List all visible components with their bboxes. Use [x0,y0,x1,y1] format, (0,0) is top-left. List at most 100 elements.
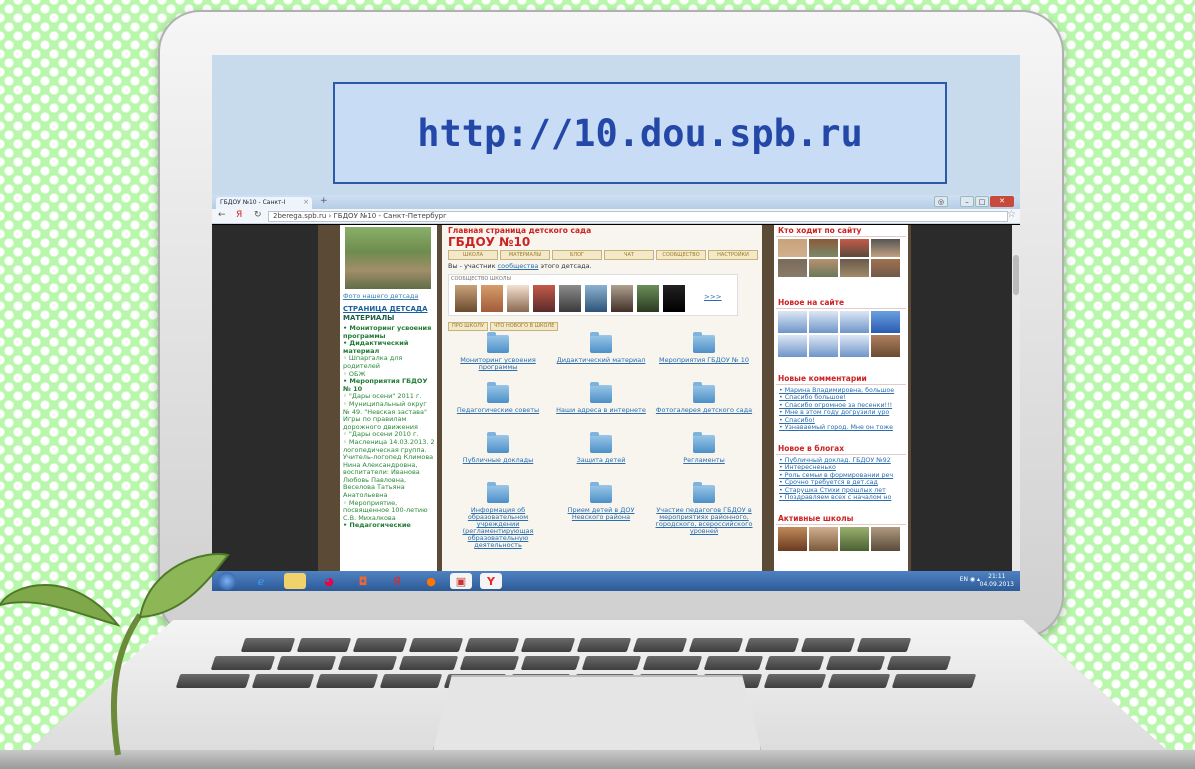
folder-item[interactable]: Наши адреса в интернете [551,382,651,414]
comment-link[interactable]: • Спасибо огромное за песенки!!! [779,402,903,409]
blog-link[interactable]: • Интересненько [779,464,903,471]
community-link[interactable]: сообщества [498,262,539,270]
settings-icon[interactable]: ◎ [934,196,948,207]
folder-item[interactable]: Мониторинг усвоения программы [448,332,548,371]
comment-link[interactable]: • Узнаваемый город. Мне он тоже [779,424,903,431]
materials-item[interactable]: ◦ Муниципальный округ № 49. "Невская зас… [343,400,435,431]
member-avatar[interactable] [663,285,685,312]
member-avatar[interactable] [481,285,503,312]
materials-item[interactable]: ◦ Шпаргалка для родителей [343,355,435,370]
visitor-avatar[interactable] [871,259,900,277]
materials-heading: МАТЕРИАЛЫ [343,314,395,322]
visitor-avatar[interactable] [778,259,807,277]
school-thumb[interactable] [840,527,869,551]
comment-link[interactable]: • Мне в этом году догрузили уро [779,409,903,416]
folder-item[interactable]: Прием детей в ДОУ Невского района [551,482,651,521]
address-bar[interactable]: 2berega.spb.ru › ГБДОУ №10 - Санкт-Петер… [268,211,1008,222]
bookmark-star-icon[interactable]: ☆ [1007,209,1016,220]
visitor-avatar[interactable] [840,239,869,257]
folder-item[interactable]: Защита детей [551,432,651,464]
new-item-thumb[interactable] [871,335,900,357]
blog-link[interactable]: • Старушка Стихи прошлых лет [779,487,903,494]
comment-link[interactable]: • Спасибо большое! [779,394,903,401]
new-tab-button[interactable]: + [320,196,328,206]
kindergarten-photo[interactable] [345,227,431,289]
new-item-thumb[interactable] [840,335,869,357]
language-indicator[interactable]: EN [960,576,968,583]
page-scrollbar[interactable] [1012,225,1020,571]
member-avatar[interactable] [507,285,529,312]
yandex-icon[interactable]: Я [386,573,408,589]
new-item-thumb[interactable] [778,335,807,357]
new-item-thumb[interactable] [809,335,838,357]
tab-5[interactable]: НАСТРОЙКИ [708,250,758,260]
gallery-icon[interactable]: ▣ [450,573,472,589]
materials-item[interactable]: ◦ Масленица 14.03.2013. 2 логопедическая… [343,438,435,500]
firefox-icon[interactable]: ● [420,573,442,589]
tab-1[interactable]: МАТЕРИАЛЫ [500,250,550,260]
scrollbar-thumb[interactable] [1013,255,1019,295]
new-item-thumb[interactable] [871,311,900,333]
member-avatar[interactable] [455,285,477,312]
more-members-link[interactable]: >>> [704,293,722,301]
tab-close-icon[interactable]: × [303,198,309,206]
clock[interactable]: 21:11 04.09.2013 [980,573,1014,589]
system-tray[interactable]: EN ◉ ▴ [960,576,980,583]
folder-item[interactable]: Фотогалерея детского сада [654,382,754,414]
close-window-button[interactable]: ✕ [990,196,1014,207]
new-item-thumb[interactable] [840,311,869,333]
folder-item[interactable]: Участие педагогов ГБДОУ в мероприятиях р… [654,482,754,535]
media-icon[interactable]: ◕ [318,573,340,589]
maximize-button[interactable]: □ [975,196,989,207]
comment-link[interactable]: • Спасибо! [779,417,903,424]
folder-item[interactable]: Публичные доклады [448,432,548,464]
materials-item[interactable]: ◦ Мероприятие, посвященное 100-летию С.В… [343,499,435,523]
member-avatar[interactable] [637,285,659,312]
minimize-button[interactable]: – [960,196,974,207]
visitor-avatar[interactable] [809,239,838,257]
browser-tab[interactable]: ГБДОУ №10 - Санкт-I × [216,197,312,209]
yandex-browser-icon[interactable]: Y [480,573,502,589]
member-avatar[interactable] [533,285,555,312]
materials-item[interactable]: • Дидактический материал [343,339,435,355]
main-content: Главная страница детского сада ГБДОУ №10… [442,225,762,571]
new-item-thumb[interactable] [778,311,807,333]
visitor-avatar[interactable] [809,259,838,277]
folder-item[interactable]: Регламенты [654,432,754,464]
school-thumb[interactable] [871,527,900,551]
tab-2[interactable]: БЛОГ [552,250,602,260]
folder-item[interactable]: Мероприятия ГБДОУ № 10 [654,332,754,364]
folder-label: Педагогические советы [456,406,540,414]
new-item-thumb[interactable] [809,311,838,333]
tab-4[interactable]: СООБЩЕСТВО [656,250,706,260]
reload-icon[interactable]: ↻ [254,210,262,220]
materials-item[interactable]: • Мониторинг усвоения программы [343,324,435,340]
folder-item[interactable]: Педагогические советы [448,382,548,414]
tab-3[interactable]: ЧАТ [604,250,654,260]
blog-link[interactable]: • Поздравляем всех с началом но [779,494,903,501]
folder-item[interactable]: Информация об образовательном учреждении… [448,482,548,549]
materials-item[interactable]: • Мероприятия ГБДОУ № 10 [343,377,435,393]
blog-link[interactable]: • Публичный доклад. ГБДОУ №92 [779,457,903,464]
back-icon[interactable]: ← [218,210,226,220]
folder-item[interactable]: Дидактический материал [551,332,651,364]
blog-link[interactable]: • Срочно требуется в дет.сад [779,479,903,486]
yandex-icon[interactable]: Я [236,210,242,220]
member-avatar[interactable] [585,285,607,312]
member-avatar[interactable] [559,285,581,312]
photo-caption-link[interactable]: Фото нашего детсада [343,292,418,300]
explorer-icon[interactable] [284,573,306,589]
member-avatar[interactable] [611,285,633,312]
subtab-0[interactable]: ПРО ШКОЛУ [448,322,488,331]
tab-0[interactable]: ШКОЛА [448,250,498,260]
visitor-avatar[interactable] [840,259,869,277]
subtab-1[interactable]: ЧТО НОВОГО В ШКОЛЕ [489,322,559,331]
school-thumb[interactable] [809,527,838,551]
materials-item[interactable]: • Педагогические [343,522,435,530]
school-thumb[interactable] [778,527,807,551]
ie-icon[interactable]: ℯ [250,573,272,589]
section-title-link[interactable]: СТРАНИЦА ДЕТСАДА [343,305,428,313]
visitor-avatar[interactable] [778,239,807,257]
opera-icon[interactable]: ◘ [352,573,374,589]
visitor-avatar[interactable] [871,239,900,257]
